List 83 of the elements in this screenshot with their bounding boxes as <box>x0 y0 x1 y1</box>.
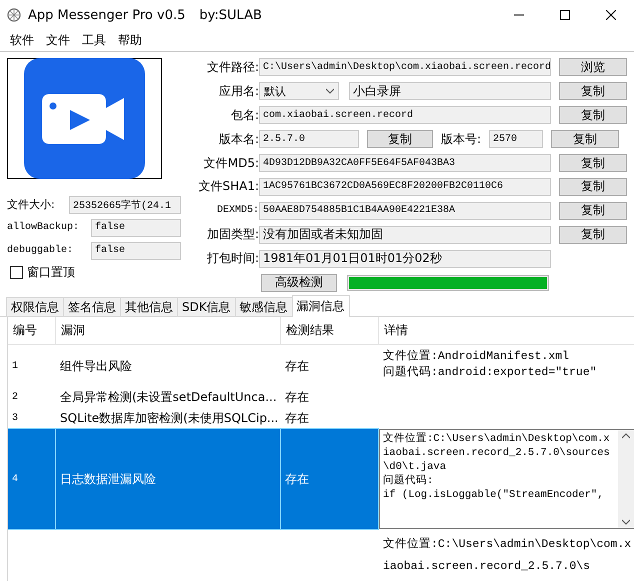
field-label: 文件MD5: <box>202 154 259 172</box>
column-header[interactable]: 详情 <box>379 317 634 345</box>
tab[interactable]: 其他信息 <box>120 297 178 316</box>
copy-button[interactable]: 复制 <box>559 202 627 220</box>
text-field[interactable]: 小白录屏 <box>349 82 551 100</box>
dropdown-field[interactable]: 默认 <box>259 82 339 100</box>
dropdown-value[interactable]: 默认 <box>264 84 286 99</box>
copy-button[interactable]: 复制 <box>551 130 620 148</box>
check-result: 存在 <box>284 410 310 426</box>
detail-text: 文件位置:C:\Users\admin\Desktop\com.xiaobai.screen.record_2.5.7.0\sources\d0\t.java <box>383 432 611 474</box>
detail-text: 问题代码:android:exported="true" <box>383 364 598 380</box>
window-author: by:SULAB <box>199 8 262 22</box>
text-field[interactable]: 没有加固或者未知加固 <box>259 226 551 244</box>
scrollbar[interactable] <box>618 430 634 528</box>
row-number: 3 <box>11 412 20 426</box>
copy-button[interactable]: 复制 <box>559 154 627 172</box>
vulnerability-name: SQLite数据库加密检测(未使用SQLCip... <box>59 410 280 426</box>
tab[interactable]: 敏感信息 <box>234 297 293 316</box>
field-label: 版本名: <box>218 130 259 148</box>
video-camera-icon <box>24 58 145 179</box>
scroll-up-icon[interactable] <box>622 433 630 439</box>
advanced-check-button[interactable]: 高级检测 <box>261 274 337 292</box>
vulnerability-name: 日志数据泄漏风险 <box>56 428 281 530</box>
tab[interactable]: SDK信息 <box>177 297 236 316</box>
check-result: 存在 <box>284 389 310 406</box>
row-number: 4 <box>8 428 56 530</box>
menu-item[interactable]: 帮助 <box>112 32 148 49</box>
field-label: 版本号: <box>441 130 482 148</box>
close-icon <box>606 10 616 20</box>
text-field[interactable]: 4D93D12DB9A32CA0FF5E64F5AF043BA3 <box>259 154 551 172</box>
check-result: 存在 <box>284 358 310 374</box>
checkbox-label[interactable]: 窗口置顶 <box>27 264 75 280</box>
text-field[interactable]: false <box>91 242 181 260</box>
text-field[interactable]: 50AAE8D754885B1C1B4AA90E4221E38A <box>259 202 551 220</box>
copy-button[interactable]: 复制 <box>367 130 433 148</box>
detail-text: 文件位置:AndroidManifest.xml <box>383 348 570 364</box>
text-field[interactable]: 25352665字节(24.1 <box>69 196 181 214</box>
tab[interactable]: 权限信息 <box>6 297 64 316</box>
maximize-icon <box>560 10 570 20</box>
browse-button[interactable]: 浏览 <box>559 58 627 76</box>
copy-button[interactable]: 复制 <box>559 106 627 124</box>
menu-item[interactable]: 软件 <box>4 32 40 49</box>
chevron-down-icon <box>326 88 334 94</box>
column-header[interactable]: 检测结果 <box>281 317 379 345</box>
column-header[interactable]: 漏洞 <box>56 317 281 345</box>
copy-button[interactable]: 复制 <box>559 82 627 100</box>
row-number: 2 <box>11 391 20 405</box>
field-label: 应用名: <box>218 82 259 100</box>
check-result: 存在 <box>281 428 379 530</box>
field-label: 打包时间: <box>206 250 259 268</box>
vulnerability-name: 组件导出风险 <box>59 358 133 374</box>
detail-text: if (Log.isLoggable("StreamEncoder", <box>383 488 605 502</box>
detail-text: 文件位置:C:\Users\admin\Desktop\com.xiaobai.screen.record_2.5.7.0\s <box>383 535 632 575</box>
scroll-down-icon[interactable] <box>622 519 630 525</box>
column-header[interactable]: 编号 <box>8 317 56 345</box>
field-label: 加固类型: <box>206 226 259 244</box>
detail-text-area[interactable]: 文件位置:C:\Users\admin\Desktop\com.xiaobai.screen.record_2.5.7.0\sources\d0\t.java 问题代码: if (Log.isLoggable("StreamEncoder", <box>379 429 634 529</box>
field-label: DEXMD5: <box>216 205 259 216</box>
text-field[interactable]: 1981年01月01日01时01分02秒 <box>259 250 551 268</box>
app-logo-icon <box>6 7 22 23</box>
copy-button[interactable]: 复制 <box>559 178 627 196</box>
text-field[interactable]: 2.5.7.0 <box>259 130 359 148</box>
field-label: allowBackup: <box>7 222 80 233</box>
row-number: 1 <box>11 360 20 374</box>
tab[interactable]: 签名信息 <box>63 297 121 316</box>
menu-item[interactable]: 文件 <box>40 32 76 49</box>
text-field[interactable]: 2570 <box>489 130 544 148</box>
field-label: 包名: <box>230 106 259 124</box>
field-label: debuggable: <box>7 245 74 256</box>
detail-text: 问题代码: <box>383 474 434 488</box>
window-title: App Messenger Pro v0.5 <box>28 8 186 22</box>
checkbox[interactable] <box>10 266 23 278</box>
tab[interactable]: 漏洞信息 <box>292 295 350 317</box>
vulnerability-name: 全局异常检测(未设置setDefaultUnca... <box>59 389 278 406</box>
field-label: 文件大小: <box>7 197 56 212</box>
field-label: 文件SHA1: <box>197 178 259 196</box>
field-label: 文件路径: <box>206 58 259 76</box>
text-field[interactable]: C:\Users\admin\Desktop\com.xiaobai.screen.record <box>259 58 551 76</box>
text-field[interactable]: com.xiaobai.screen.record <box>259 106 551 124</box>
text-field[interactable]: 1AC95761BC3672CD0A569EC8F20200FB2C0110C6 <box>259 178 551 196</box>
menu-item[interactable]: 工具 <box>76 32 112 49</box>
copy-button[interactable]: 复制 <box>559 226 627 244</box>
text-field[interactable]: false <box>91 218 181 236</box>
